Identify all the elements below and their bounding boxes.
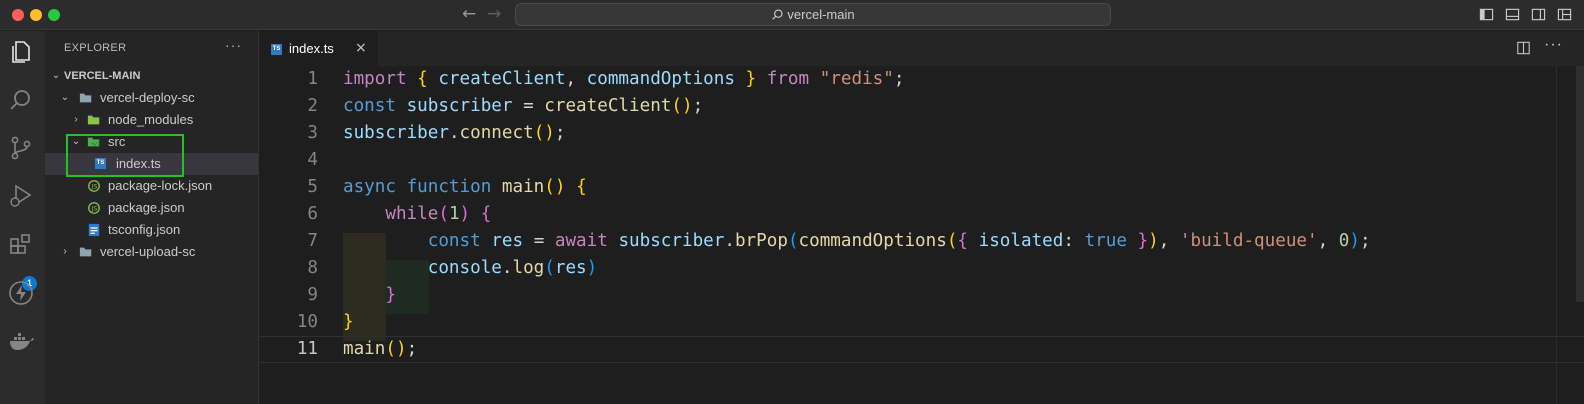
- toggle-primary-sidebar-icon[interactable]: [1479, 7, 1494, 22]
- activity-bar: 1: [0, 31, 45, 404]
- lightning-icon[interactable]: [7, 279, 35, 307]
- close-window-button[interactable]: [12, 9, 24, 21]
- code-line: 10 }: [259, 309, 1584, 336]
- json-file-icon: JS: [88, 180, 100, 192]
- code-line: 6 while(1) {: [259, 201, 1584, 228]
- code-line: 8 console.log(res): [259, 255, 1584, 282]
- folder-open-icon: [79, 93, 92, 103]
- line-number: 5: [307, 177, 318, 197]
- node-folder-icon: [87, 115, 100, 125]
- code-text: main();: [343, 339, 418, 359]
- forward-arrow-icon[interactable]: →: [487, 4, 501, 24]
- line-number: 6: [307, 204, 318, 224]
- tree-item-vercel-upload-sc[interactable]: › vercel-upload-sc: [45, 241, 258, 263]
- folder-icon: [79, 247, 92, 257]
- typescript-file-icon: TS: [271, 44, 282, 55]
- chevron-down-icon: ⌄: [60, 92, 70, 103]
- code-text: import { createClient, commandOptions } …: [343, 69, 905, 89]
- zoom-window-button[interactable]: [48, 9, 60, 21]
- tree-item-label: tsconfig.json: [108, 222, 181, 237]
- customize-layout-icon[interactable]: [1557, 7, 1572, 22]
- code-line-current: 11 main();: [259, 336, 1584, 363]
- line-number: 10: [296, 312, 318, 332]
- tree-root-label: VERCEL-MAIN: [64, 70, 141, 82]
- tree-item-label: package.json: [108, 200, 185, 215]
- explorer-sidebar: EXPLORER ··· ⌄ VERCEL-MAIN ⌄ vercel-depl…: [45, 31, 259, 404]
- line-number: 7: [307, 231, 318, 251]
- line-number: 2: [307, 96, 318, 116]
- editor-more-actions-icon[interactable]: ···: [1544, 36, 1563, 54]
- code-text: subscriber.connect();: [343, 123, 566, 143]
- split-editor-icon[interactable]: [1516, 41, 1531, 55]
- docker-icon[interactable]: [7, 327, 35, 355]
- tab-label: index.ts: [289, 41, 334, 56]
- minimize-window-button[interactable]: [30, 9, 42, 21]
- tree-item-label: node_modules: [108, 112, 194, 127]
- workspace-name: vercel-main: [787, 7, 855, 22]
- command-center-search[interactable]: vercel-main: [515, 3, 1111, 26]
- back-arrow-icon[interactable]: ←: [462, 4, 476, 24]
- line-number: 1: [307, 69, 318, 89]
- tree-item-label: vercel-deploy-sc: [100, 90, 195, 105]
- code-line: 3 subscriber.connect();: [259, 120, 1584, 147]
- toggle-panel-icon[interactable]: [1505, 7, 1520, 22]
- code-line: 9 }: [259, 282, 1584, 309]
- explorer-icon[interactable]: [7, 37, 35, 65]
- code-text: while(1) {: [385, 204, 492, 224]
- tsconfig-file-icon: [88, 223, 100, 237]
- close-icon[interactable]: ×: [355, 40, 367, 56]
- code-text: }: [343, 312, 354, 332]
- chevron-right-icon: ›: [74, 114, 78, 125]
- search-icon[interactable]: [7, 86, 35, 114]
- explorer-more-actions-icon[interactable]: ···: [225, 37, 242, 53]
- line-number: 9: [307, 285, 318, 305]
- code-line: 5 async function main() {: [259, 174, 1584, 201]
- vertical-scrollbar[interactable]: [1576, 66, 1584, 302]
- tree-item-label: vercel-upload-sc: [100, 244, 196, 259]
- svg-text:JS: JS: [91, 184, 98, 191]
- chevron-right-icon: ›: [63, 246, 67, 257]
- tree-root-vercel-main[interactable]: ⌄ VERCEL-MAIN: [45, 65, 258, 87]
- overview-ruler: [1556, 66, 1570, 404]
- code-line: 2 const subscriber = createClient();: [259, 93, 1584, 120]
- code-text: const res = await subscriber.brPop(comma…: [427, 231, 1371, 251]
- highlight-box: [66, 134, 184, 177]
- code-text: }: [385, 285, 396, 305]
- line-number: 11: [296, 339, 318, 359]
- tree-item-package-json[interactable]: JS package.json: [45, 197, 258, 219]
- svg-text:JS: JS: [91, 206, 98, 213]
- source-control-icon[interactable]: [7, 134, 35, 162]
- code-text: const subscriber = createClient();: [343, 96, 704, 116]
- title-bar: ← → vercel-main: [0, 0, 1584, 30]
- extensions-icon[interactable]: [7, 231, 35, 259]
- line-number: 3: [307, 123, 318, 143]
- code-text: console.log(res): [427, 258, 598, 278]
- tree-item-tsconfig-json[interactable]: tsconfig.json: [45, 219, 258, 241]
- tree-item-node-modules[interactable]: › node_modules: [45, 109, 258, 131]
- code-line: 1 import { createClient, commandOptions …: [259, 66, 1584, 93]
- toggle-secondary-sidebar-icon[interactable]: [1531, 7, 1546, 22]
- tree-item-vercel-deploy-sc[interactable]: ⌄ vercel-deploy-sc: [45, 87, 258, 109]
- line-number: 4: [307, 150, 318, 170]
- tab-index-ts[interactable]: TS index.ts ×: [259, 31, 378, 66]
- code-line: 7 const res = await subscriber.brPop(com…: [259, 228, 1584, 255]
- json-file-icon: JS: [88, 202, 100, 214]
- tree-item-package-lock-json[interactable]: JS package-lock.json: [45, 175, 258, 197]
- code-text: async function main() {: [343, 177, 587, 197]
- code-line: 4: [259, 147, 1584, 174]
- tab-bar: TS index.ts × ···: [259, 31, 1584, 66]
- explorer-header: EXPLORER: [64, 42, 127, 54]
- line-number: 8: [307, 258, 318, 278]
- tree-item-label: package-lock.json: [108, 178, 213, 193]
- code-editor[interactable]: 1 import { createClient, commandOptions …: [259, 66, 1584, 404]
- search-icon: [772, 9, 783, 20]
- run-debug-icon[interactable]: [7, 182, 35, 210]
- editor-area: TS index.ts × ··· 1 import { createClien…: [259, 31, 1584, 404]
- chevron-down-icon: ⌄: [51, 70, 61, 81]
